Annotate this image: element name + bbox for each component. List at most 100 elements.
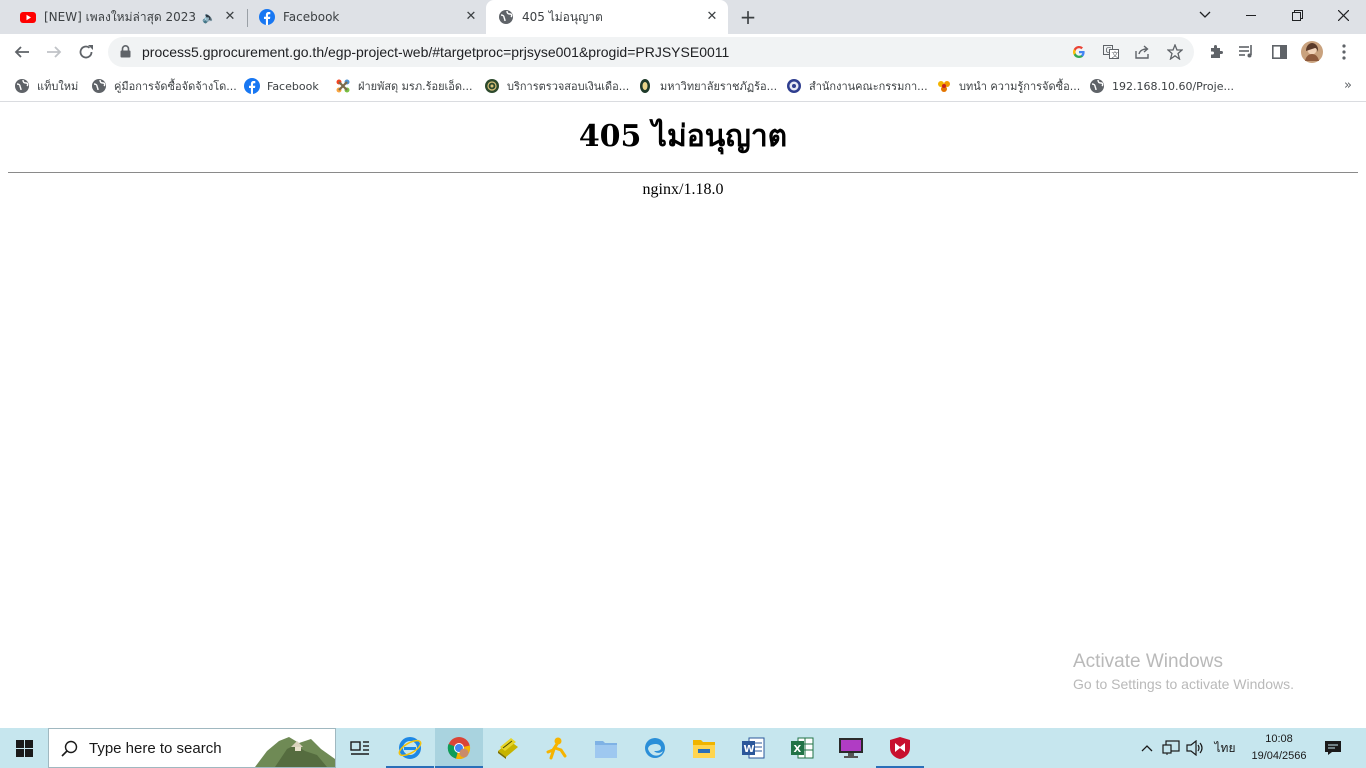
star-icon[interactable] [1166,43,1184,61]
tab-title: 405 ไม่อนุญาต [522,9,603,24]
show-hidden-icons-button[interactable] [1136,728,1158,768]
bookmark-item[interactable]: Facebook [244,76,319,96]
network-icon [1162,740,1180,755]
search-highlight-image [255,729,335,767]
bookmark-item[interactable]: บริการตรวจสอบเงินเดือ... [484,76,629,96]
taskbar-clock[interactable]: 10:08 19/04/2566 [1250,731,1308,765]
bookmark-label: บริการตรวจสอบเงินเดือ... [507,80,630,93]
facebook-icon [244,78,260,94]
taskbar-excel[interactable]: X [778,728,826,768]
globe-icon [92,79,106,93]
bookmark-label: 192.168.10.60/Proje... [1112,79,1234,93]
facebook-icon [259,9,275,25]
taskbar-mcafee[interactable] [876,728,924,768]
windows-icon [15,739,33,757]
language-indicator[interactable]: ไทย [1210,728,1240,768]
globe-icon [15,79,29,93]
page-content: 405 ไม่อนุญาต nginx/1.18.0 Activate Wind… [0,103,1366,728]
address-bar[interactable]: process5.gprocurement.go.th/egp-project-… [108,37,1194,67]
bookmark-item[interactable]: คู่มือการจัดซื้อจัดจ้างโด... [91,76,237,96]
taskbar-edge[interactable] [631,728,679,768]
task-view-button[interactable] [336,728,384,768]
taskbar-word[interactable]: W [729,728,777,768]
tab-active-405[interactable]: 405 ไม่อนุญาต ✕ [486,0,728,34]
url-text[interactable]: process5.gprocurement.go.th/egp-project-… [142,44,729,60]
taskbar-file-explorer[interactable] [680,728,728,768]
taskbar-file-folder[interactable] [582,728,630,768]
internet-explorer-icon [398,737,422,759]
joomla-icon [336,79,350,93]
bookmark-label: แท็บใหม่ [37,80,79,93]
chevron-down-icon [1199,11,1211,18]
monitor-app-icon [839,738,863,758]
close-tab-icon[interactable]: ✕ [704,9,720,25]
file-folder-icon [595,741,617,758]
bookmark-label: บทนำ ความรู้การจัดซื้อ... [959,80,1081,93]
bookmark-item[interactable]: แท็บใหม่ [14,76,78,96]
emblem-icon [787,79,801,93]
notifications-button[interactable] [1318,728,1348,768]
clock-time: 10:08 [1265,733,1293,745]
bookmark-item[interactable]: สำนักงานคณะกรรมกา... [786,76,928,96]
books-app-icon [498,738,518,759]
taskbar-chrome[interactable] [435,728,483,768]
bookmark-label: ฝ่ายพัสดุ มรภ.ร้อยเอ็ด... [358,80,473,93]
taskbar-monitor-app[interactable] [827,728,875,768]
close-tab-icon[interactable]: ✕ [222,9,238,25]
forward-button[interactable] [42,40,66,64]
back-button[interactable] [10,40,34,64]
network-button[interactable] [1160,728,1182,768]
tab-title: Facebook [283,10,340,24]
file-explorer-icon [693,740,715,758]
avatar[interactable] [1300,40,1324,64]
translate-icon[interactable]: G文 [1102,43,1120,61]
menu-icon[interactable] [1334,42,1354,62]
task-view-icon [350,741,369,755]
volume-button[interactable] [1184,728,1206,768]
google-lens-icon[interactable] [1070,43,1088,61]
close-tab-icon[interactable]: ✕ [463,9,479,25]
start-button[interactable] [0,728,48,768]
mcafee-icon [890,737,910,759]
new-tab-button[interactable]: + [738,7,758,27]
browser-toolbar: process5.gprocurement.go.th/egp-project-… [0,34,1366,70]
bookmark-label: สำนักงานคณะกรรมกา... [809,80,928,93]
arrow-left-icon [14,46,29,58]
bookmarks-overflow-icon[interactable]: » [1344,78,1352,93]
notification-icon [1325,741,1341,755]
svg-text:文: 文 [1112,50,1119,59]
clock-date: 19/04/2566 [1251,750,1307,762]
speaker-icon[interactable]: 🔈 [202,11,216,24]
reload-button[interactable] [74,40,98,64]
tab-youtube[interactable]: [NEW] เพลงใหม่ล่าสุด 2023 🎧 , 🔈 ✕ [0,0,246,34]
taskbar-search-box[interactable]: Type here to search [48,728,336,768]
lock-icon[interactable] [120,45,131,58]
extensions-icon[interactable] [1206,42,1226,62]
minimize-button[interactable] [1228,0,1274,30]
bookmark-item[interactable]: มหาวิทยาลัยราชภัฏร้อ... [637,76,777,96]
page-title: 405 ไม่อนุญาต [578,119,788,154]
side-panel-icon[interactable] [1269,42,1289,62]
restore-button[interactable] [1274,0,1320,30]
bookmark-item[interactable]: บทนำ ความรู้การจัดซื้อ... [936,76,1080,96]
svg-text:W: W [744,744,755,755]
excel-icon: X [791,737,814,759]
seal-icon [640,79,650,93]
taskbar-messenger-app[interactable] [533,728,581,768]
messenger-app-icon [546,737,567,760]
tab-search-button[interactable] [1182,0,1228,30]
edge-icon [645,738,665,758]
close-window-button[interactable] [1320,0,1366,30]
bookmark-label: Facebook [267,79,319,93]
taskbar-books-app[interactable] [484,728,532,768]
youtube-icon [20,12,36,23]
media-queue-icon[interactable] [1237,42,1257,62]
taskbar-internet-explorer[interactable] [386,728,434,768]
bookmark-item[interactable]: 192.168.10.60/Proje... [1089,76,1234,96]
tab-facebook[interactable]: Facebook ✕ [239,0,487,34]
share-icon[interactable] [1134,43,1152,61]
svg-text:X: X [794,744,802,755]
seal-icon [485,79,499,93]
globe-icon [1090,79,1104,93]
bookmark-item[interactable]: ฝ่ายพัสดุ มรภ.ร้อยเอ็ด... [335,76,473,96]
